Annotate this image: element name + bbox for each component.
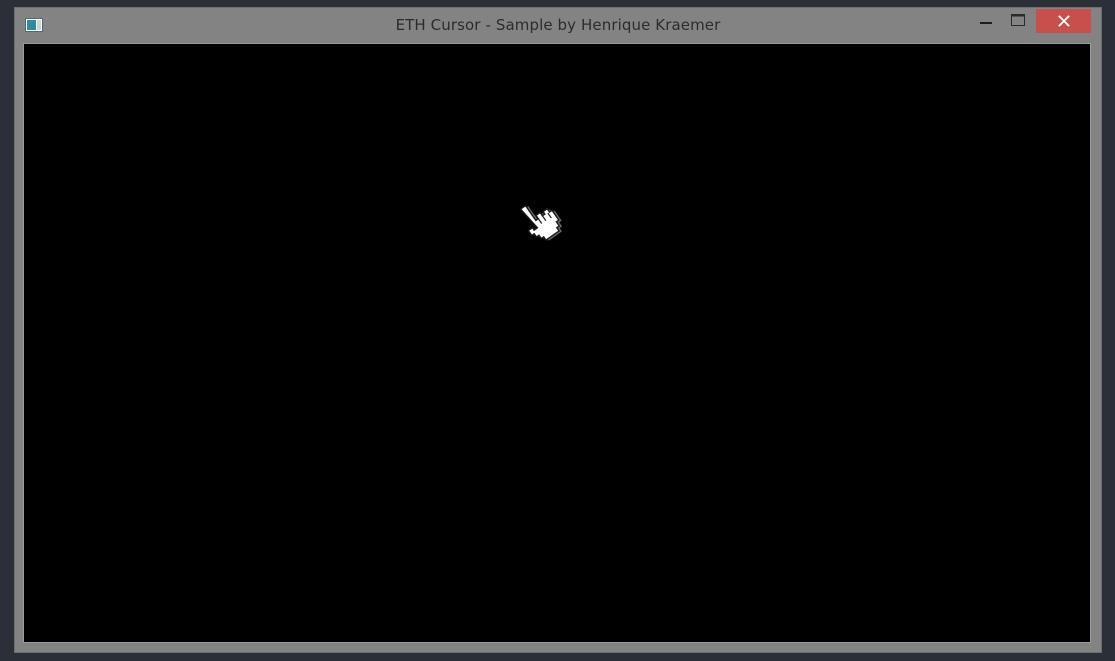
render-canvas[interactable] (23, 43, 1091, 643)
minimize-button[interactable] (973, 9, 999, 33)
close-icon (1057, 12, 1070, 31)
app-window: ETH Cursor - Sample by Henrique Kraemer (14, 7, 1102, 653)
maximize-button[interactable] (1005, 9, 1031, 33)
window-title: ETH Cursor - Sample by Henrique Kraemer (395, 16, 721, 34)
hand-pointer-cursor-icon (507, 192, 567, 252)
title-bar[interactable]: ETH Cursor - Sample by Henrique Kraemer (15, 8, 1101, 43)
close-button[interactable] (1036, 9, 1091, 33)
minimize-icon (979, 12, 993, 31)
maximize-icon (1011, 12, 1025, 31)
window-icon[interactable] (25, 17, 43, 32)
